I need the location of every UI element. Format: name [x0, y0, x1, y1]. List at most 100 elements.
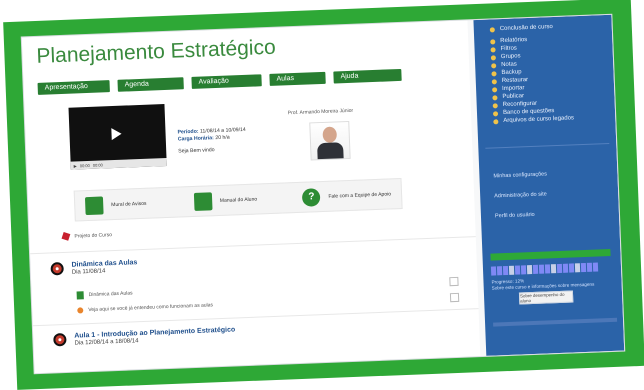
nav-aulas[interactable]: Aulas	[269, 71, 326, 86]
help-icon	[302, 187, 321, 207]
sidebar-menu: Relatórios Filtros Grupos Notas Backup R…	[474, 33, 615, 126]
progress-segment	[550, 264, 557, 274]
section-dinamica-date: Dia 11/08/14	[71, 268, 106, 276]
progress-segment	[544, 264, 551, 274]
progress-segment	[574, 263, 581, 273]
progress-segment	[508, 265, 515, 275]
nav-ajuda[interactable]: Ajuda	[333, 68, 402, 84]
main-content: Planejamento Estratégico Apresentação Ag…	[21, 20, 481, 374]
menu-label: Publicar	[502, 93, 525, 101]
progress-segment	[496, 266, 503, 276]
sidebar-top-label: Conclusão de curso	[499, 24, 553, 33]
sidebar-top: Conclusão de curso	[474, 21, 612, 34]
periodo-value: 11/08/14 a 10/09/14	[199, 126, 246, 135]
professor-name: Prof. Armando Moreira Júnior	[287, 107, 354, 117]
progress-segment	[568, 263, 575, 273]
performance-button[interactable]: Sobre desempenho do aluno	[518, 290, 574, 305]
menu-icon	[492, 102, 498, 108]
progress-segment	[592, 262, 599, 272]
progress-segment	[520, 265, 527, 275]
document-icon	[76, 291, 84, 300]
nav-agenda[interactable]: Agenda	[117, 77, 184, 92]
help-label: Fale com a Equipe de Apoio	[328, 190, 392, 200]
lms-course-page: Planejamento Estratégico Apresentação Ag…	[21, 14, 625, 374]
menu-icon	[492, 110, 499, 116]
section-dinamica: Dinâmica das Aulas Dia 11/08/14	[50, 259, 138, 277]
action-mural[interactable]: Mural de Avisos	[84, 193, 184, 215]
menu-label: Notas	[501, 61, 517, 69]
professor-photo	[309, 120, 351, 161]
menu-icon	[492, 86, 498, 92]
project-icon	[61, 231, 71, 241]
time-right: 00:00	[92, 161, 103, 168]
sidebar-top-link[interactable]: Conclusão de curso	[489, 21, 612, 34]
action-help[interactable]: Fale com a Equipe de Apoio	[302, 185, 401, 207]
photo-head	[322, 126, 338, 143]
menu-icon	[490, 46, 496, 52]
book-icon	[84, 195, 104, 215]
progress-segment	[586, 262, 593, 272]
menu-icon	[490, 54, 496, 60]
progress-segment	[562, 263, 569, 273]
video-controls[interactable]: ▶ 00:00 00:00	[70, 157, 167, 170]
sidebar-bottom-bar	[493, 317, 618, 327]
play-small-icon[interactable]: ▶	[74, 163, 77, 168]
action-manual[interactable]: Manual do Aluno	[193, 189, 293, 211]
progress-segment	[532, 264, 539, 274]
menu-label: Filtros	[500, 45, 518, 53]
progress-segment	[514, 265, 521, 275]
progress-segment	[556, 263, 563, 274]
periodo-label: Período:	[177, 128, 199, 136]
welcome-text: Seja Bem vindo	[178, 147, 215, 155]
nav-avaliacao[interactable]: Avaliação	[191, 74, 262, 89]
menu-icon	[491, 78, 497, 84]
item-quiz-checkbox[interactable]	[449, 292, 460, 303]
sidebar: Conclusão de curso Relatórios Filtros Gr…	[473, 14, 625, 356]
progress-note: Progresso: 12% Sobre este curso e inform…	[491, 276, 594, 292]
menu-icon	[492, 94, 498, 100]
section-icon	[50, 262, 64, 276]
sidebar-link-config[interactable]: Minhas configurações	[493, 169, 617, 179]
project-link[interactable]: Projeto do Curso	[61, 231, 112, 241]
menu-label: Arquivos de curso legados	[503, 115, 575, 125]
nav-apresentacao[interactable]: Apresentação	[37, 80, 110, 95]
quiz-icon	[77, 307, 84, 314]
mural-label: Mural de Avisos	[111, 200, 147, 208]
item-quiz[interactable]: Veja aqui se você já entendeu como funci…	[77, 302, 214, 314]
sidebar-link-admin[interactable]: Administração do site	[494, 189, 618, 199]
manual-icon	[193, 191, 213, 211]
item-dinamica-checkbox[interactable]	[449, 276, 459, 287]
menu-label: Relatórios	[500, 37, 528, 45]
video-player[interactable]: ▶ 00:00 00:00	[68, 104, 167, 170]
item-dinamica-label: Dinâmica das Aulas	[88, 290, 133, 299]
carga-value: 20 h/a	[215, 134, 230, 142]
progress-bar	[490, 262, 599, 276]
course-nav: Apresentação Agenda Avaliação Aulas Ajud…	[37, 68, 402, 95]
progress-segment	[490, 266, 497, 276]
item-quiz-label: Veja aqui se você já entendeu como funci…	[88, 302, 214, 314]
carga-label: Carga Horária:	[177, 135, 214, 143]
play-icon[interactable]	[111, 127, 122, 141]
menu-icon	[491, 62, 497, 68]
section-icon-2	[53, 332, 67, 347]
section-aula1: Aula 1 - Introdução ao Planejamento Estr…	[53, 326, 235, 348]
progress-segment	[526, 265, 533, 275]
progress-segment	[502, 265, 509, 276]
menu-icon	[490, 38, 496, 44]
item-dinamica[interactable]: Dinâmica das Aulas	[76, 289, 133, 300]
sidebar-top-icon	[489, 26, 495, 32]
course-actions: Mural de Avisos Manual do Aluno Fale com…	[73, 177, 403, 222]
page-title: Planejamento Estratégico	[36, 35, 277, 68]
menu-label: Backup	[501, 69, 522, 77]
photo-body	[317, 142, 344, 161]
manual-label: Manual do Aluno	[219, 196, 258, 204]
sidebar-nav-links: Minhas configurações Administração do si…	[479, 169, 619, 220]
course-info: Período: 11/08/14 a 10/09/14 Carga Horár…	[177, 127, 246, 156]
time-left: 00:00	[79, 162, 90, 168]
menu-icon	[491, 70, 497, 76]
sidebar-link-profile[interactable]: Perfil do usuário	[495, 209, 619, 220]
sidebar-progress-header	[490, 249, 611, 261]
section-separator-1	[30, 236, 476, 255]
menu-label: Grupos	[500, 53, 521, 61]
progress-segment	[538, 264, 545, 274]
